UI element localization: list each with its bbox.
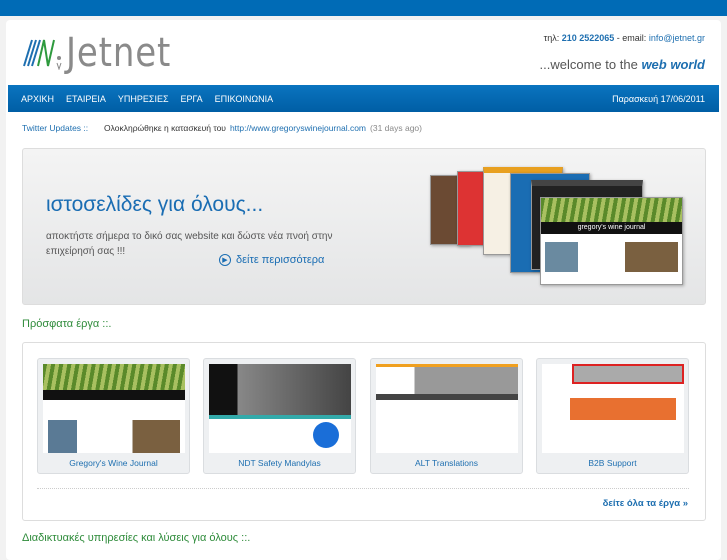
twitter-label[interactable]: Twitter Updates :: — [22, 123, 100, 133]
recent-projects: Gregory's Wine Journal NDT Safety Mandyl… — [22, 342, 706, 521]
nav-company[interactable]: ΕΤΑΙΡΕΙΑ — [66, 94, 106, 104]
project-card[interactable]: Gregory's Wine Journal — [37, 358, 190, 474]
main-nav: ΑΡΧΙΚΗ ΕΤΑΙΡΕΙΑ ΥΠΗΡΕΣΙΕΣ ΕΡΓΑ ΕΠΙΚΟΙΝΩΝ… — [8, 85, 719, 112]
nav-home[interactable]: ΑΡΧΙΚΗ — [21, 94, 54, 104]
recent-projects-heading: Πρόσφατα έργα ::. — [22, 318, 112, 330]
project-thumbnail — [376, 364, 518, 453]
twitter-updates: Twitter Updates :: Ολοκληρώθηκε η κατασκ… — [22, 123, 422, 133]
services-heading: Διαδικτυακές υπηρεσίες και λύσεις για όλ… — [22, 532, 251, 544]
showcase-screenshot-main: gregory's wine journal — [540, 197, 683, 285]
project-thumbnail — [43, 364, 185, 453]
project-thumbnail — [542, 364, 684, 453]
all-projects-link[interactable]: δείτε όλα τα έργα » — [603, 498, 688, 509]
see-more-link[interactable]: ▶ δείτε περισσότερα — [219, 254, 324, 266]
jetnet-logo-icon — [23, 39, 62, 70]
project-card[interactable]: ALT Translations — [370, 358, 523, 474]
project-card[interactable]: B2B Support — [536, 358, 689, 474]
tweet-link[interactable]: http://www.gregoryswinejournal.com — [230, 123, 366, 133]
nav-contact[interactable]: ΕΠΙΚΟΙΝΩΝΙΑ — [215, 94, 273, 104]
banner-title: ιστοσελίδες για όλους... — [46, 193, 264, 216]
project-card[interactable]: NDT Safety Mandylas — [203, 358, 356, 474]
arrow-circle-icon: ▶ — [219, 254, 231, 266]
contact-info: τηλ: 210 2522065 - email: info@jetnet.gr — [543, 33, 705, 43]
hero-banner: ιστοσελίδες για όλους... αποκτήστε σήμερ… — [22, 148, 706, 305]
divider — [37, 488, 689, 489]
tagline: ...welcome to the web world — [539, 57, 705, 72]
phone: 210 2522065 — [561, 33, 615, 43]
nav-services[interactable]: ΥΠΗΡΕΣΙΕΣ — [118, 94, 169, 104]
nav-projects[interactable]: ΕΡΓΑ — [181, 94, 203, 104]
logo[interactable]: Jetnet — [22, 30, 190, 76]
project-thumbnail — [209, 364, 351, 453]
top-band — [0, 0, 727, 16]
email-link[interactable]: info@jetnet.gr — [649, 33, 705, 43]
current-date: Παρασκευή 17/06/2011 — [612, 94, 705, 104]
